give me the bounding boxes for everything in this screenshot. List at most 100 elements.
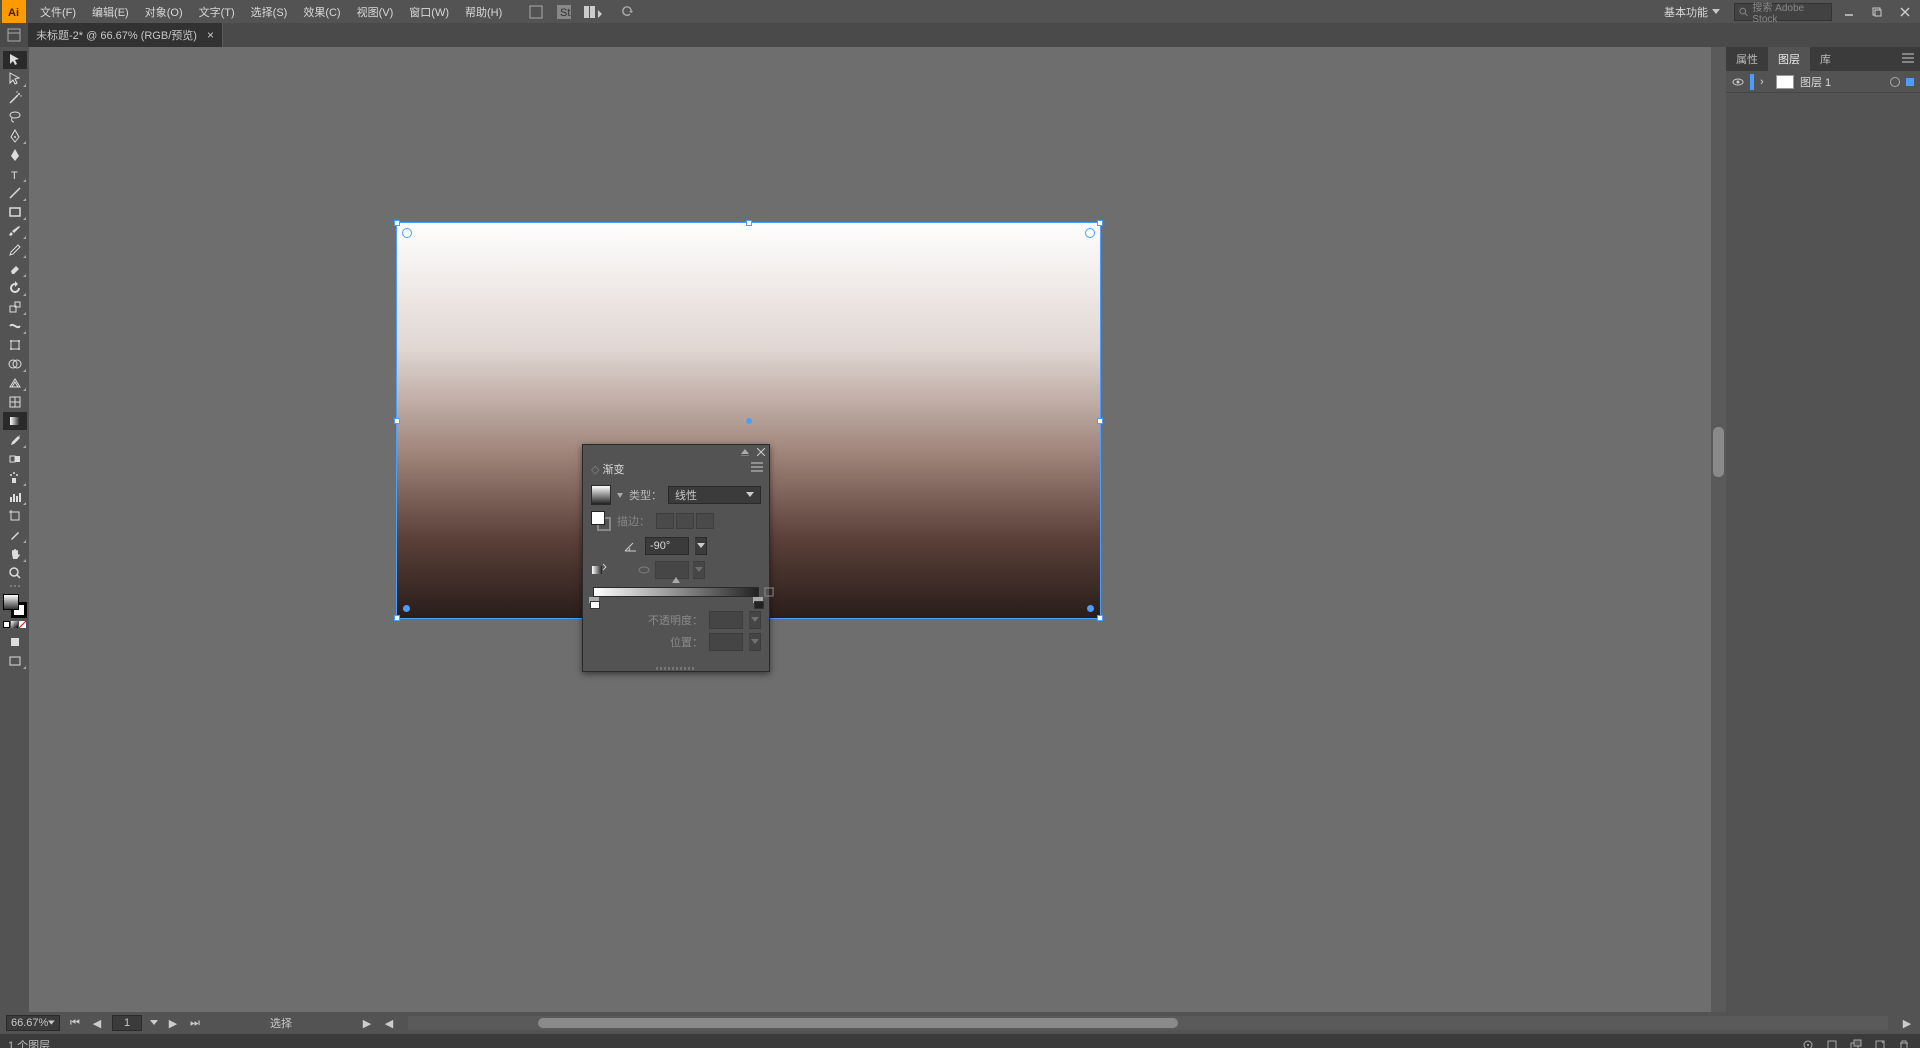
gradient-tool[interactable] [3,412,27,430]
new-layer-icon[interactable] [1872,1037,1888,1048]
menu-file[interactable]: 文件(F) [32,0,84,24]
resize-handle-n[interactable] [746,220,752,226]
sync-icon[interactable] [620,4,636,20]
blend-tool[interactable] [3,450,27,468]
zoom-tool[interactable] [3,564,27,582]
expand-icon[interactable]: › [1760,76,1770,88]
fill-stroke-swatch[interactable] [3,594,27,618]
layer-row[interactable]: › 图层 1 [1726,71,1920,93]
gradient-preview[interactable] [591,485,611,505]
panel-header[interactable] [583,445,769,459]
column-graph-tool[interactable] [3,488,27,506]
stroke-mode-within[interactable] [656,513,674,529]
prev-artboard-button[interactable]: ◀ [90,1016,104,1030]
opacity-input[interactable] [709,611,743,629]
chevron-down-icon[interactable] [617,490,623,500]
opacity-dropdown[interactable] [749,611,761,629]
live-corner-bl[interactable] [403,605,410,612]
aspect-ratio-dropdown[interactable] [693,561,705,579]
center-point[interactable] [746,418,752,424]
menu-window[interactable]: 窗口(W) [401,0,457,24]
eraser-tool[interactable] [3,260,27,278]
panel-toggle-icon[interactable] [0,23,28,47]
search-input[interactable]: 搜索 Adobe Stock [1734,3,1832,21]
new-sublayer-icon[interactable] [1848,1037,1864,1048]
rotate-tool[interactable] [3,279,27,297]
resize-handle-w[interactable] [394,418,400,424]
last-artboard-button[interactable]: ⏭ [188,1016,202,1030]
draw-mode-normal[interactable] [3,633,27,651]
locate-object-icon[interactable] [1800,1037,1816,1048]
line-tool[interactable] [3,184,27,202]
live-corner-tr[interactable] [1085,228,1095,238]
color-mode-solid[interactable] [3,621,10,628]
midpoint-marker[interactable] [672,577,680,583]
stock-icon[interactable]: St [556,4,572,20]
delete-layer-icon[interactable] [1896,1037,1912,1048]
shape-builder-tool[interactable] [3,355,27,373]
color-mode-gradient[interactable] [11,621,18,628]
lasso-tool[interactable] [3,108,27,126]
symbol-sprayer-tool[interactable] [3,469,27,487]
free-transform-tool[interactable] [3,336,27,354]
menu-effect[interactable]: 效果(C) [295,0,348,24]
artboard-tool[interactable] [3,507,27,525]
panel-menu-icon[interactable] [1902,53,1914,63]
gradient-stop-start[interactable] [589,597,599,609]
menu-view[interactable]: 视图(V) [349,0,402,24]
rectangle-tool[interactable] [3,203,27,221]
fill-stroke-toggle[interactable] [591,511,611,531]
tab-libraries[interactable]: 库 [1810,47,1841,71]
status-menu-button[interactable]: ▶ [360,1016,374,1030]
stroke-mode-across[interactable] [696,513,714,529]
scroll-thumb[interactable] [538,1018,1178,1028]
artboard-number-input[interactable]: 1 [112,1015,142,1031]
paintbrush-tool[interactable] [3,222,27,240]
gradient-tab[interactable]: 渐变 [602,461,624,477]
width-tool[interactable] [3,317,27,335]
close-button[interactable] [1894,3,1916,21]
menu-help[interactable]: 帮助(H) [457,0,510,24]
document-tab[interactable]: 未标题-2* @ 66.67% (RGB/预览) × [28,23,223,47]
delete-stop-icon[interactable] [763,585,775,597]
live-corner-br[interactable] [1087,605,1094,612]
color-mode-none[interactable] [19,621,26,628]
tab-layers[interactable]: 图层 [1768,47,1810,71]
live-corner-tl[interactable] [402,228,412,238]
arrange-icon[interactable] [584,4,608,20]
angle-input[interactable]: -90° [645,537,689,555]
resize-handle-nw[interactable] [394,220,400,226]
layer-name[interactable]: 图层 1 [1800,74,1884,90]
selection-tool[interactable] [3,51,27,69]
gradient-type-dropdown[interactable]: 线性 [668,486,761,504]
reverse-gradient-icon[interactable] [591,563,607,577]
fill-swatch[interactable] [3,594,19,610]
resize-handle-sw[interactable] [394,615,400,621]
location-input[interactable] [709,633,743,651]
workspace-switcher[interactable]: 基本功能 [1656,2,1728,22]
magic-wand-tool[interactable] [3,89,27,107]
selection-indicator[interactable] [1906,78,1914,86]
menu-select[interactable]: 选择(S) [243,0,296,24]
gradient-slider[interactable] [593,587,759,597]
slice-tool[interactable] [3,526,27,544]
make-clipping-mask-icon[interactable] [1824,1037,1840,1048]
zoom-input[interactable]: 66.67% [6,1015,60,1031]
pencil-tool[interactable] [3,241,27,259]
location-dropdown[interactable] [749,633,761,651]
hscroll-left-button[interactable]: ◀ [382,1016,396,1030]
close-icon[interactable] [757,448,765,456]
scale-tool[interactable] [3,298,27,316]
pen-tool[interactable] [3,127,27,145]
next-artboard-button[interactable]: ▶ [166,1016,180,1030]
eyedropper-tool[interactable] [3,431,27,449]
checkbox-icon[interactable] [528,4,544,20]
menu-edit[interactable]: 编辑(E) [84,0,137,24]
gradient-stop-end[interactable] [753,597,763,609]
tab-properties[interactable]: 属性 [1726,47,1768,71]
perspective-grid-tool[interactable] [3,374,27,392]
panel-menu-icon[interactable] [751,462,763,472]
resize-handle-e[interactable] [1097,418,1103,424]
canvas[interactable]: ◇ 渐变 类型： 线性 [29,47,1726,1012]
minimize-button[interactable] [1838,3,1860,21]
